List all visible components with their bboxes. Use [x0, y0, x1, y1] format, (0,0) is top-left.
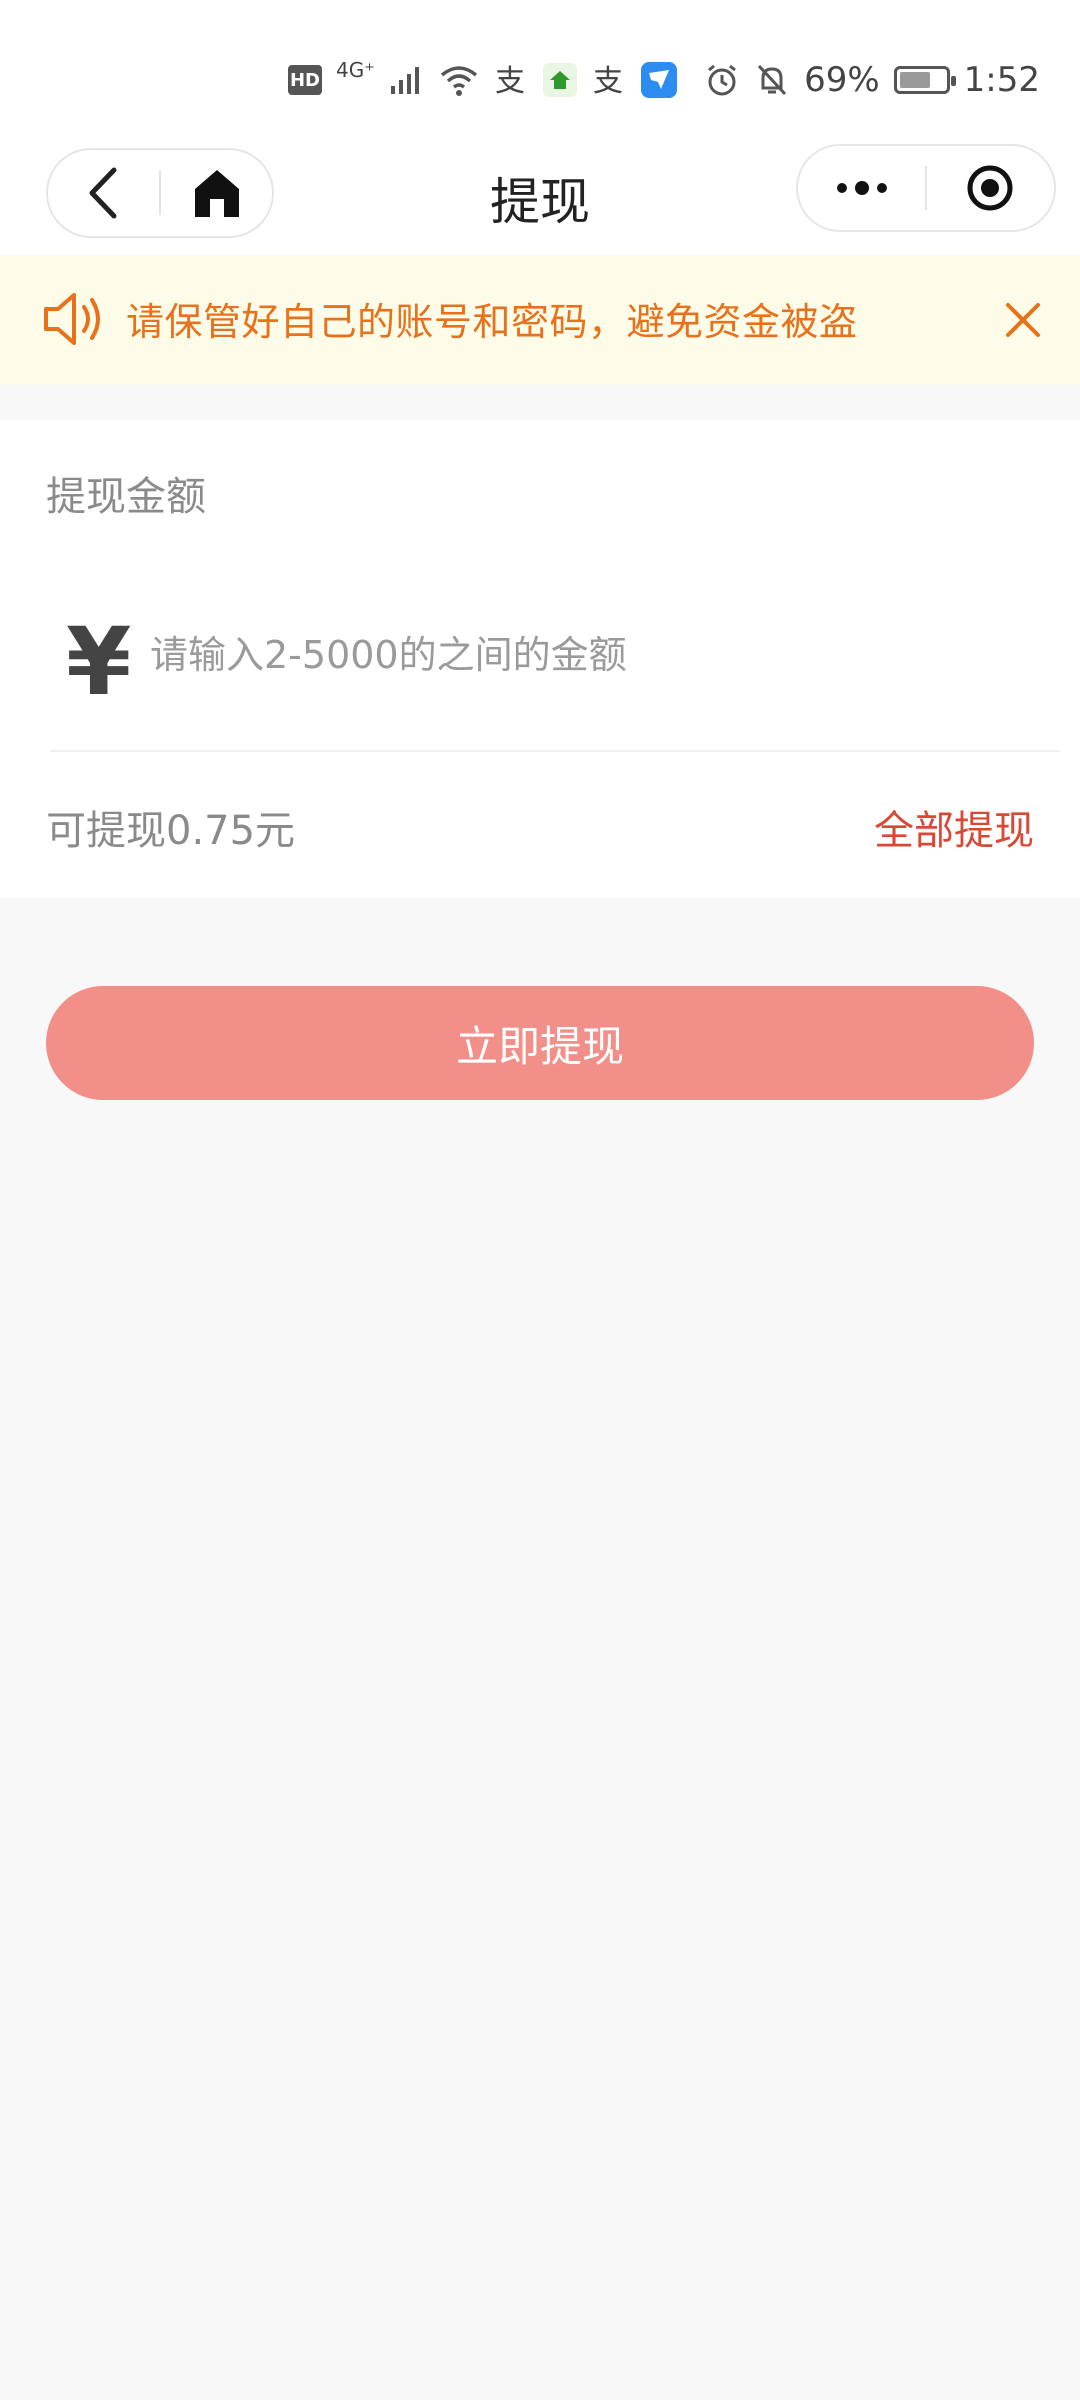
alipay-icon: 支 [593, 64, 623, 97]
withdraw-panel: 提现金额 ¥ 可提现0.75元 全部提现 [0, 420, 1080, 898]
status-icons-left: HD 4G⁺ 支 支 [288, 56, 677, 104]
available-balance: 可提现0.75元 [46, 808, 296, 854]
svg-text:支: 支 [593, 64, 623, 97]
notice-close-button[interactable] [1002, 299, 1044, 341]
battery-icon [893, 66, 956, 94]
alipay-icon: 支 [495, 64, 525, 97]
alarm-icon [708, 64, 736, 96]
network-label: 4G⁺ [336, 58, 375, 82]
anjuke-icon [542, 63, 577, 97]
amount-label: 提现金额 [46, 474, 206, 520]
nav-bar: 提现 [0, 140, 1080, 255]
input-divider [50, 750, 1060, 752]
signal-icon [390, 67, 419, 94]
clock: 1:52 [963, 60, 1040, 100]
more-button[interactable] [798, 146, 925, 230]
amount-input[interactable] [150, 620, 1030, 690]
withdraw-all-link[interactable]: 全部提现 [874, 798, 1034, 856]
battery-level [899, 72, 930, 88]
target-icon [967, 165, 1013, 211]
yen-icon: ¥ [66, 608, 132, 717]
status-bar: HD 4G⁺ 支 支 69% 1:52 [0, 0, 1080, 140]
dingtalk-icon [640, 62, 677, 98]
hd-badge: HD [288, 65, 322, 95]
speaker-icon [44, 293, 100, 345]
notice-text: 请保管好自己的账号和密码，避免资金被盗 [126, 300, 858, 344]
notice-banner: 请保管好自己的账号和密码，避免资金被盗 [0, 255, 1080, 385]
withdraw-now-button[interactable]: 立即提现 [46, 986, 1034, 1100]
more-dots-icon [836, 181, 887, 195]
nav-capsule-right [796, 144, 1056, 232]
svg-text:支: 支 [495, 64, 525, 97]
battery-percent: 69% [804, 60, 880, 100]
close-miniprogram-button[interactable] [927, 146, 1054, 230]
status-icons-right: 69% 1:52 [704, 56, 1040, 104]
wifi-icon [440, 66, 477, 96]
mute-bell-icon [757, 64, 787, 96]
close-icon [1006, 303, 1040, 337]
